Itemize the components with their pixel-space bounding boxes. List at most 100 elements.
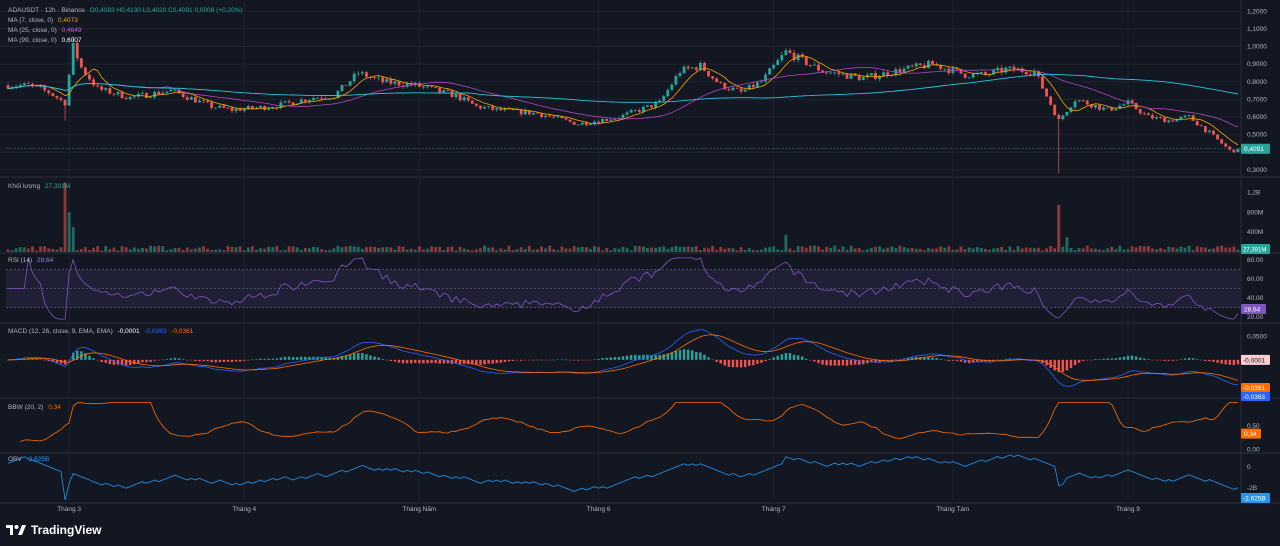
macd-histogram-bar: [556, 359, 560, 360]
volume-bar: [527, 245, 531, 252]
macd-histogram-bar: [141, 359, 144, 363]
candle-body: [438, 87, 442, 93]
candle-body: [963, 73, 967, 78]
volume-bar: [1195, 246, 1199, 252]
volume-bar: [259, 248, 262, 252]
candle-body: [641, 106, 645, 112]
macd-histogram-bar: [511, 359, 515, 361]
time-tick-label: Tháng Tám: [936, 506, 969, 513]
macd-histogram-bar: [397, 359, 401, 363]
candle-body: [303, 99, 307, 102]
volume-bar: [206, 248, 210, 252]
volume-bar: [112, 247, 116, 252]
candle-body: [287, 101, 291, 103]
candle-body: [112, 93, 116, 95]
chart-canvas[interactable]: 1,2000 1,1000 1,0000 0,9000 0,8000 0,7000 0,60…: [0, 0, 1280, 546]
candle-body: [719, 82, 723, 83]
volume-bar: [922, 250, 926, 252]
volume-bar: [796, 246, 800, 252]
macd-histogram-bar: [890, 359, 894, 361]
ma25-label[interactable]: MA (25, close, 0): [8, 27, 57, 34]
macd-histogram-bar: [96, 359, 99, 361]
macd-histogram-bar: [377, 357, 380, 360]
candle-body: [141, 92, 144, 94]
volume-bar: [177, 247, 181, 252]
candle-body: [731, 87, 735, 91]
macd-histogram-bar: [137, 359, 140, 364]
macd-histogram-bar: [279, 357, 283, 360]
volume-bar: [295, 247, 299, 252]
macd-histogram-bar: [1110, 358, 1113, 360]
candle-body: [169, 89, 173, 92]
candle-body: [1053, 104, 1057, 115]
tradingview-logo-icon: [6, 525, 26, 535]
volume-bar: [18, 247, 22, 252]
macd-histogram-bar: [800, 356, 804, 360]
volume-bar: [914, 248, 918, 252]
macd-histogram-bar: [230, 359, 234, 362]
rsi-tick-label: 60.00: [1247, 276, 1264, 283]
volume-bar: [291, 246, 295, 252]
macd-histogram-bar: [1081, 359, 1085, 361]
candle-body: [185, 97, 189, 100]
macd-histogram-bar: [1102, 358, 1105, 360]
volume-bar: [1114, 249, 1118, 252]
volume-bar: [727, 247, 731, 252]
macd-label[interactable]: MACD (12, 26, close, 9, EMA, EMA): [8, 328, 113, 335]
macd-histogram-bar: [739, 359, 743, 368]
volume-bar: [670, 247, 674, 252]
macd-histogram-bar: [218, 359, 222, 363]
macd-histogram-bar: [348, 354, 352, 360]
candle-body: [531, 112, 535, 115]
macd-histogram-bar: [821, 359, 824, 365]
symbol-title[interactable]: ADAUSDT · 12h · Binance: [8, 7, 85, 14]
candle-body: [181, 93, 185, 98]
price-tick-label: 0,8000: [1247, 79, 1267, 86]
obv-label[interactable]: OBV: [8, 456, 22, 463]
volume-bar: [548, 245, 552, 252]
volume-label[interactable]: Khối lượng: [8, 183, 40, 190]
macd-hist-badge-label: -0,0001: [1243, 357, 1265, 364]
candle-body: [26, 83, 30, 84]
candle-body: [470, 100, 474, 104]
candle-body: [226, 107, 230, 109]
bbw-label[interactable]: BBW (20, 2): [8, 404, 43, 411]
macd-histogram-bar: [88, 355, 91, 360]
candle-body: [59, 98, 63, 100]
candle-body: [715, 78, 719, 83]
macd-histogram-bar: [572, 359, 576, 361]
macd-histogram-bar: [796, 355, 800, 360]
branding[interactable]: TradingView: [6, 523, 101, 537]
rsi-label[interactable]: RSI (14): [8, 257, 32, 264]
candle-body: [259, 105, 262, 108]
volume-bar: [352, 246, 356, 252]
volume-bar: [784, 234, 788, 252]
obv-legend: OBV -2,625B: [8, 455, 49, 465]
volume-bar: [523, 249, 527, 252]
macd-histogram-bar: [532, 359, 535, 361]
macd-histogram-bar: [1130, 355, 1134, 360]
macd-histogram-bar: [1094, 359, 1097, 360]
volume-bar: [1077, 248, 1081, 252]
candle-body: [984, 72, 987, 75]
volume-bar: [108, 249, 112, 252]
macd-histogram-bar: [226, 359, 230, 362]
volume-bar: [992, 248, 996, 252]
ma99-label[interactable]: MA (99, close, 0): [8, 37, 57, 44]
candle-body: [479, 105, 482, 109]
ma7-label[interactable]: MA (7, close, 0): [8, 17, 53, 24]
volume-bar: [250, 246, 254, 252]
obv-tick-label: 0: [1247, 464, 1251, 471]
volume-bar: [226, 245, 230, 252]
candle-body: [1008, 66, 1012, 68]
candle-body: [572, 121, 576, 125]
volume-bar: [1024, 247, 1028, 252]
volume-bar: [55, 249, 59, 252]
candle-body: [344, 84, 348, 86]
candle-body: [1138, 109, 1142, 114]
volume-bar: [747, 248, 751, 252]
candle-body: [88, 74, 91, 80]
volume-bar: [238, 246, 242, 252]
volume-bar: [1061, 246, 1065, 252]
volume-bar: [918, 248, 922, 252]
